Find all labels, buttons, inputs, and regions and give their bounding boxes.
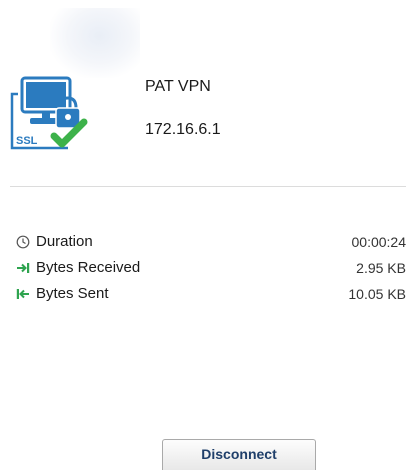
stat-row-bytes-received: Bytes Received 2.95 KB [16,259,406,285]
background-decoration [50,8,140,78]
divider [10,186,406,187]
vpn-status-panel: SSL PAT VPN 172.16.6.1 Duration 00:00:24… [0,0,406,470]
stat-row-duration: Duration 00:00:24 [16,233,406,259]
connection-ip-address: 172.16.6.1 [145,121,221,138]
arrow-received-icon [17,263,30,273]
stat-label: Bytes Sent [36,285,109,302]
stat-value: 10.05 KB [348,286,406,302]
stat-value: 2.95 KB [356,260,406,276]
disconnect-button[interactable]: Disconnect [162,439,316,470]
stat-value: 00:00:24 [351,234,406,250]
stat-label: Duration [36,233,93,250]
connection-name: PAT VPN [145,78,211,95]
svg-text:SSL: SSL [16,135,38,147]
connection-stats: Duration 00:00:24 Bytes Received 2.95 KB… [16,233,406,311]
stat-row-bytes-sent: Bytes Sent 10.05 KB [16,285,406,311]
stat-label: Bytes Received [36,259,141,276]
ssl-vpn-connected-icon: SSL [10,76,88,150]
clock-icon [16,235,30,249]
arrow-sent-icon [16,289,29,299]
